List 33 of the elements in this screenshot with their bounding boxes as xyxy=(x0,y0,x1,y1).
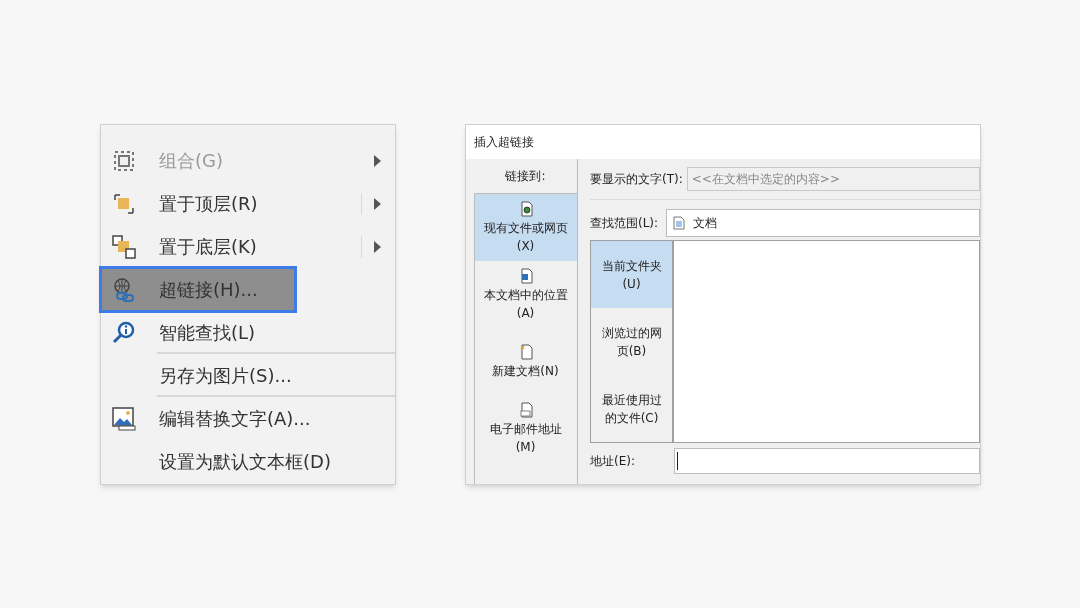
submenu-arrow-icon xyxy=(374,197,381,210)
menu-item[interactable]: 置于顶层(R) xyxy=(101,182,395,225)
globe-link-icon xyxy=(111,276,137,303)
address-field[interactable] xyxy=(674,448,980,474)
document-envelope-icon xyxy=(518,401,533,418)
browse-tab[interactable]: 当前文件夹(U) xyxy=(591,241,672,308)
look-in-label: 查找范围(L): xyxy=(590,215,659,232)
link-to-option[interactable]: 本文档中的位置(A) xyxy=(474,261,577,328)
browse-tab[interactable]: 浏览过的网页(B) xyxy=(591,308,672,375)
search-icon xyxy=(111,319,137,346)
menu-item[interactable]: 另存为图片(S)... xyxy=(101,354,395,397)
display-text-label: 要显示的文字(T): xyxy=(590,171,683,188)
link-to-label: 链接到: xyxy=(505,168,546,185)
document-icon xyxy=(673,216,686,230)
menu-item[interactable]: 智能查找(L) xyxy=(101,311,395,354)
link-to-option[interactable]: 现有文件或网页(X) xyxy=(474,194,577,261)
submenu-arrow-icon xyxy=(374,154,381,167)
link-to-option[interactable]: 电子邮件地址(M) xyxy=(474,395,577,462)
menu-item[interactable]: 超链接(H)... xyxy=(101,268,295,311)
new-document-icon xyxy=(518,343,533,360)
dialog-title: 插入超链接 xyxy=(474,134,534,151)
menu-item[interactable]: 编辑替换文字(A)... xyxy=(101,397,395,440)
picture-icon xyxy=(111,405,137,432)
address-label: 地址(E): xyxy=(590,453,636,470)
submenu-arrow-icon xyxy=(374,240,381,253)
browse-tab[interactable]: 最近使用过的文件(C) xyxy=(591,375,672,442)
file-globe-icon xyxy=(518,200,533,217)
document-bookmark-icon xyxy=(518,267,533,284)
link-to-option[interactable]: 新建文档(N) xyxy=(474,328,577,395)
send-to-back-icon xyxy=(111,233,137,260)
menu-item[interactable]: 置于底层(K) xyxy=(101,225,395,268)
menu-item[interactable]: 设置为默认文本框(D) xyxy=(101,440,395,483)
look-in-dropdown[interactable]: 文档 xyxy=(666,209,980,237)
